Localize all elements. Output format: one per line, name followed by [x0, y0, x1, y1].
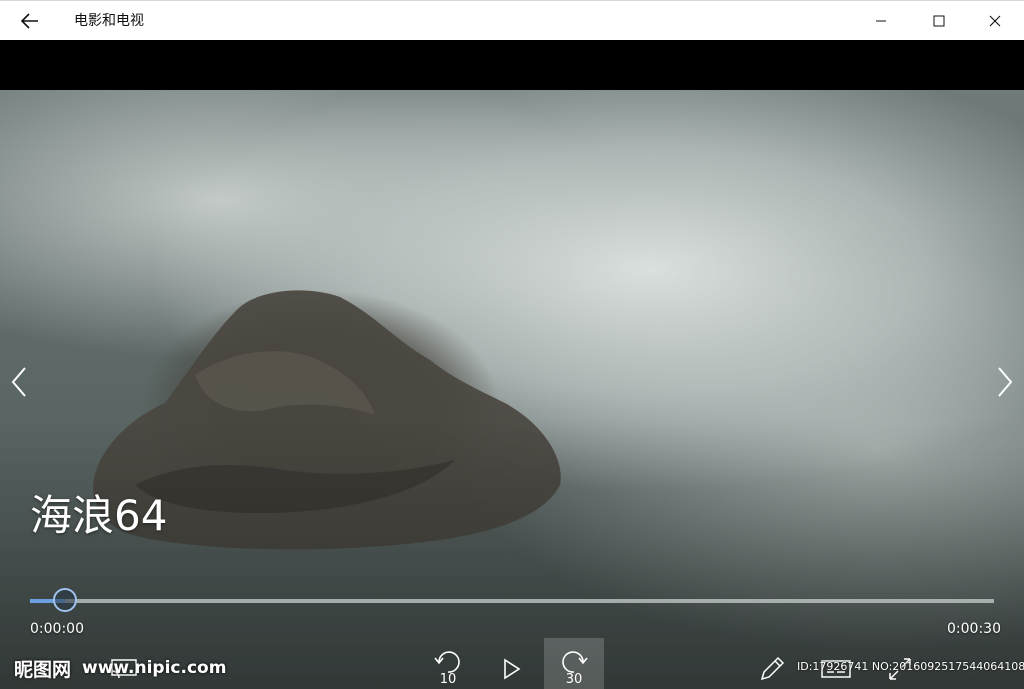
watermark-url: www.nipic.com: [82, 658, 227, 678]
title-bar: 电影和电视: [0, 0, 1024, 40]
close-icon: [989, 15, 1001, 27]
minimize-icon: [876, 20, 886, 22]
play-button[interactable]: [492, 648, 532, 689]
skip-back-label: 10: [439, 672, 457, 687]
skip-forward-button[interactable]: 30: [544, 638, 604, 689]
edit-button[interactable]: [756, 648, 788, 689]
skip-forward-icon: [562, 651, 588, 673]
watermark-logo: 昵图网: [14, 659, 72, 681]
letterbox-bar: [0, 40, 1024, 90]
current-time: 0:00:00: [30, 621, 84, 637]
previous-video-button[interactable]: [4, 360, 34, 404]
app-title: 电影和电视: [74, 13, 144, 29]
back-button[interactable]: [0, 1, 60, 41]
maximize-icon: [933, 15, 945, 27]
minimize-button[interactable]: [852, 1, 910, 41]
back-arrow-icon: [21, 13, 38, 29]
skip-back-icon: [434, 651, 460, 673]
watermark-id: ID:17926741 NO:20160925175440641086: [797, 660, 1024, 673]
seek-thumb[interactable]: [52, 588, 77, 612]
chevron-right-icon: [998, 367, 1013, 397]
maximize-button[interactable]: [910, 1, 968, 41]
close-button[interactable]: [966, 1, 1024, 41]
total-time: 0:00:30: [947, 621, 1001, 637]
skip-forward-label: 30: [565, 672, 583, 687]
skip-back-button[interactable]: 10: [428, 648, 468, 689]
pencil-icon: [760, 656, 785, 680]
play-icon: [504, 658, 521, 679]
video-surface[interactable]: 海浪64 0:00:00 0:00:30 10 30: [0, 90, 1024, 689]
seek-bar[interactable]: [30, 599, 994, 603]
video-title: 海浪64: [30, 491, 168, 540]
next-video-button[interactable]: [990, 360, 1020, 404]
chevron-left-icon: [11, 367, 26, 397]
